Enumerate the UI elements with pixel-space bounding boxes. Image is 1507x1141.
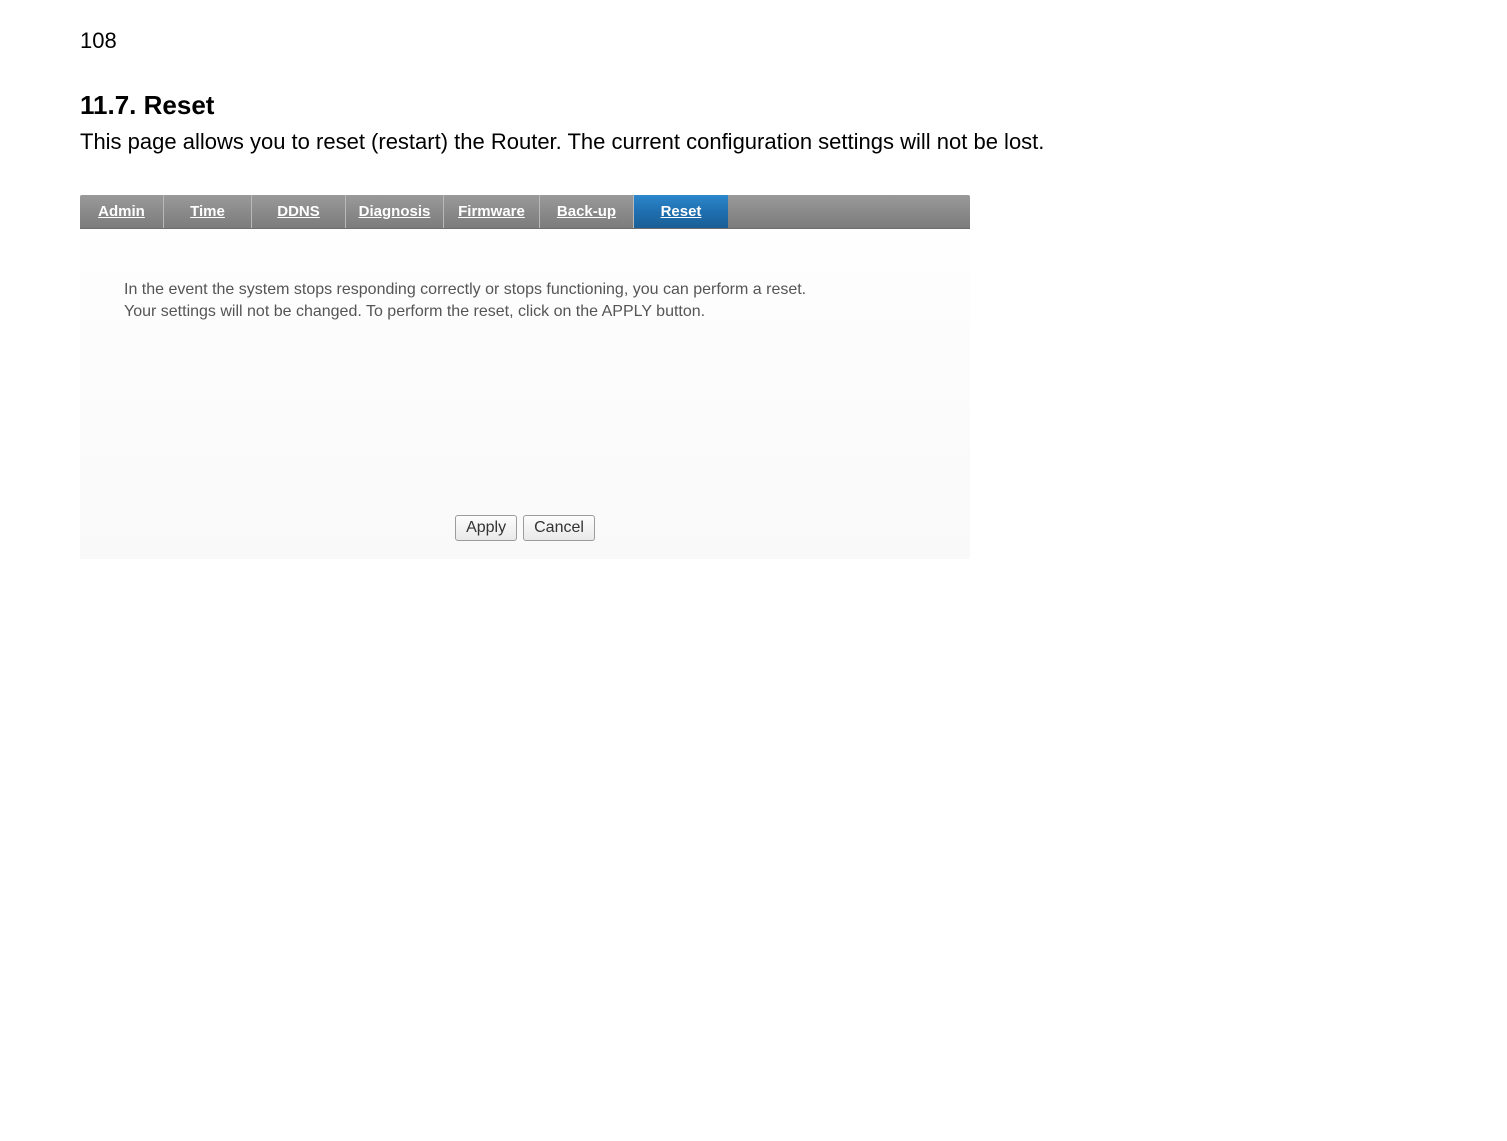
tab-diagnosis[interactable]: Diagnosis: [346, 195, 444, 228]
panel-text-line2: Your settings will not be changed. To pe…: [124, 303, 705, 320]
panel-text-line1: In the event the system stops responding…: [124, 281, 806, 298]
section-container: 11.7. Reset This page allows you to rese…: [80, 90, 1427, 559]
button-row: Apply Cancel: [80, 515, 970, 541]
tab-ddns[interactable]: DDNS: [252, 195, 346, 228]
tab-bar: Admin Time DDNS Diagnosis Firmware Back-…: [80, 195, 970, 229]
apply-button[interactable]: Apply: [455, 515, 517, 541]
router-ui-screenshot: Admin Time DDNS Diagnosis Firmware Back-…: [80, 195, 970, 559]
cancel-button[interactable]: Cancel: [523, 515, 595, 541]
panel-text: In the event the system stops responding…: [124, 279, 926, 322]
router-panel-body: In the event the system stops responding…: [80, 229, 970, 559]
tab-time[interactable]: Time: [164, 195, 252, 228]
page-number: 108: [80, 28, 117, 54]
section-heading: 11.7. Reset: [80, 90, 1427, 121]
tab-admin[interactable]: Admin: [80, 195, 164, 228]
tab-backup[interactable]: Back-up: [540, 195, 634, 228]
tab-firmware[interactable]: Firmware: [444, 195, 540, 228]
tab-reset[interactable]: Reset: [634, 195, 728, 228]
section-intro: This page allows you to reset (restart) …: [80, 129, 1427, 155]
